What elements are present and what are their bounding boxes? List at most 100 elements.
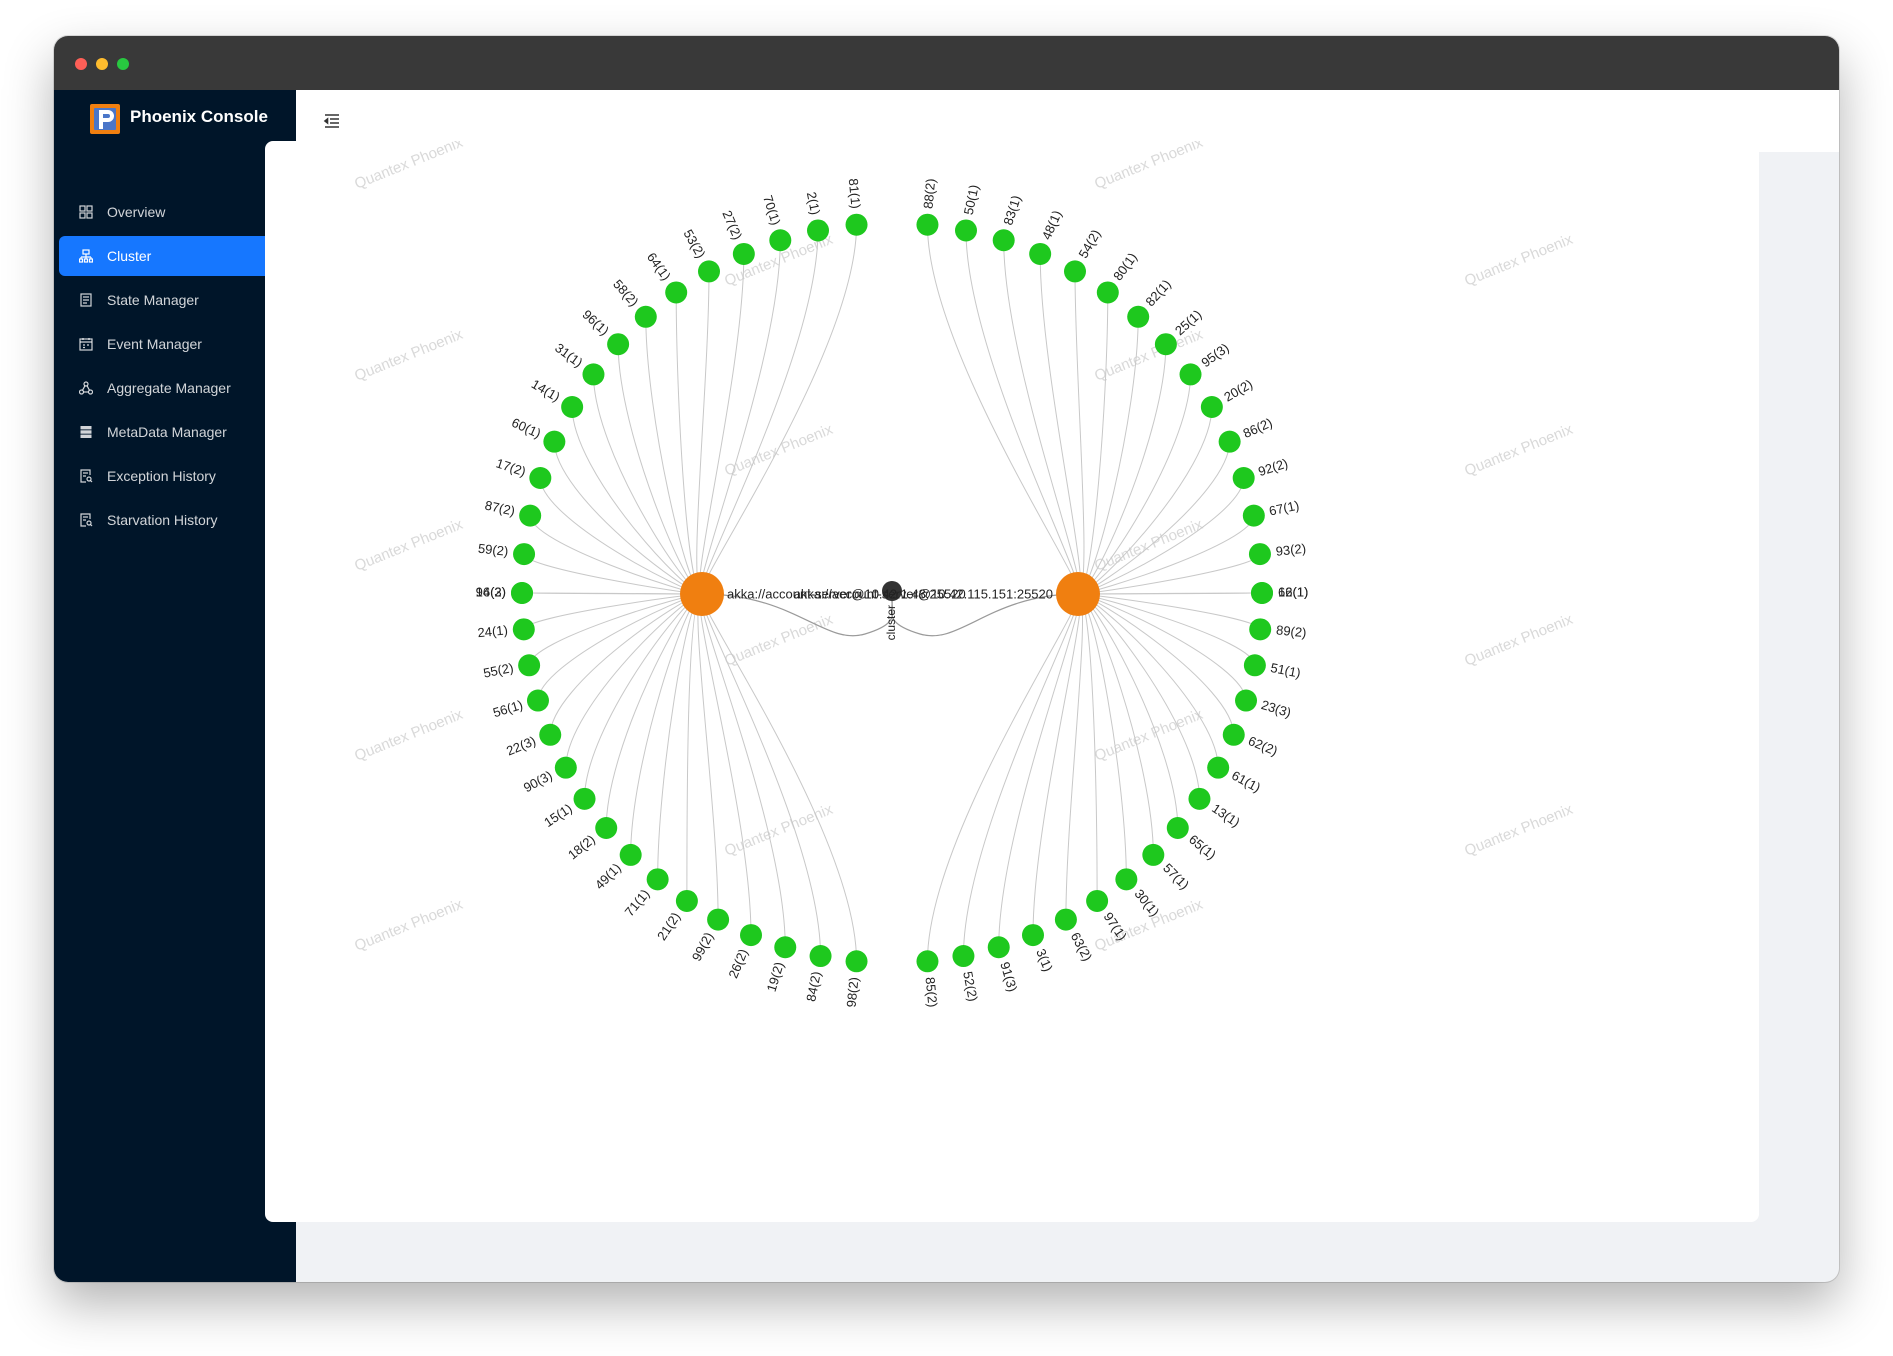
shard-node[interactable] xyxy=(582,363,605,386)
sidebar-item-starvation-history[interactable]: Starvation History xyxy=(59,500,291,540)
maximize-window-button[interactable] xyxy=(117,58,129,70)
cluster-icon xyxy=(79,249,93,263)
shard-label: 52(2) xyxy=(960,970,981,1003)
sidebar-item-overview[interactable]: Overview xyxy=(59,192,291,232)
sidebar-item-event-manager[interactable]: Event Manager xyxy=(59,324,291,364)
graph-edge xyxy=(699,253,745,595)
watermark-text: Quantex Phoenix xyxy=(352,326,466,385)
shard-label: 14(1) xyxy=(529,376,563,404)
shard-node[interactable] xyxy=(554,756,577,779)
shard-node[interactable] xyxy=(1232,467,1255,490)
shard-label: 27(2) xyxy=(719,208,745,242)
member-node[interactable] xyxy=(680,572,724,616)
shard-node[interactable] xyxy=(916,213,939,236)
shard-node[interactable] xyxy=(1222,723,1245,746)
shard-label: 56(1) xyxy=(491,697,524,720)
minimize-window-button[interactable] xyxy=(96,58,108,70)
shard-node[interactable] xyxy=(1054,908,1077,931)
shard-node[interactable] xyxy=(1242,504,1265,527)
shard-node[interactable] xyxy=(518,654,541,677)
shard-node[interactable] xyxy=(1154,333,1177,356)
shard-node[interactable] xyxy=(634,305,657,328)
shard-node[interactable] xyxy=(543,430,566,453)
shard-node[interactable] xyxy=(1188,787,1211,810)
shard-node[interactable] xyxy=(774,936,797,959)
shard-node[interactable] xyxy=(529,467,552,490)
shard-node[interactable] xyxy=(675,889,698,912)
shard-node[interactable] xyxy=(916,950,939,973)
shard-node[interactable] xyxy=(619,843,642,866)
shard-node[interactable] xyxy=(1179,363,1202,386)
shard-node[interactable] xyxy=(1207,756,1230,779)
shard-node[interactable] xyxy=(513,543,536,566)
shard-node[interactable] xyxy=(952,945,975,968)
shard-label: 66(1) xyxy=(1278,584,1308,599)
shard-node[interactable] xyxy=(845,950,868,973)
shard-node[interactable] xyxy=(1115,868,1138,891)
shard-node[interactable] xyxy=(1248,543,1271,566)
shard-node[interactable] xyxy=(512,618,535,641)
sidebar-item-state-manager[interactable]: State Manager xyxy=(59,280,291,320)
shard-node[interactable] xyxy=(519,504,542,527)
shard-node[interactable] xyxy=(511,582,533,604)
shard-node[interactable] xyxy=(809,945,832,968)
shard-node[interactable] xyxy=(698,260,721,283)
shard-node[interactable] xyxy=(707,908,730,931)
shard-label: 59(2) xyxy=(477,541,509,559)
shard-node[interactable] xyxy=(1249,618,1272,641)
shard-node[interactable] xyxy=(992,229,1015,252)
shard-label: 91(3) xyxy=(997,960,1020,993)
close-window-button[interactable] xyxy=(75,58,87,70)
shard-label: 60(1) xyxy=(509,415,543,441)
shard-node[interactable] xyxy=(1029,242,1052,265)
sidebar-item-metadata-manager[interactable]: MetaData Manager xyxy=(59,412,291,452)
shard-node[interactable] xyxy=(1021,924,1044,947)
sidebar-item-label: Aggregate Manager xyxy=(107,380,231,396)
shard-node[interactable] xyxy=(1127,305,1150,328)
sidebar-item-label: MetaData Manager xyxy=(107,424,227,440)
shard-node[interactable] xyxy=(845,213,868,236)
shard-node[interactable] xyxy=(1243,654,1266,677)
shard-node[interactable] xyxy=(1251,582,1273,604)
shard-node[interactable] xyxy=(539,723,562,746)
shard-node[interactable] xyxy=(607,333,630,356)
sidebar-item-cluster[interactable]: Cluster xyxy=(59,236,291,276)
shard-node[interactable] xyxy=(987,936,1010,959)
shard-node[interactable] xyxy=(1142,843,1165,866)
shard-label: 54(2) xyxy=(1075,227,1103,261)
shard-node[interactable] xyxy=(1166,817,1189,840)
sidebar-item-label: Starvation History xyxy=(107,512,218,528)
shard-node[interactable] xyxy=(807,219,830,242)
shard-label: 51(1) xyxy=(1269,660,1302,681)
cluster-graph-card: Quantex Phoenix Quantex Phoenix Quantex Ph… xyxy=(265,141,1759,1222)
sidebar-item-exception-history[interactable]: Exception History xyxy=(59,456,291,496)
shard-node[interactable] xyxy=(561,396,584,419)
shard-label: 18(2) xyxy=(565,832,598,863)
shard-node[interactable] xyxy=(954,219,977,242)
shard-node[interactable] xyxy=(1218,430,1241,453)
shard-node[interactable] xyxy=(595,817,618,840)
shard-node[interactable] xyxy=(1086,889,1109,912)
cluster-graph: Quantex Phoenix Quantex Phoenix Quantex Ph… xyxy=(352,141,1576,1008)
sidebar-item-aggregate-manager[interactable]: Aggregate Manager xyxy=(59,368,291,408)
shard-node[interactable] xyxy=(573,787,596,810)
shard-label: 81(1) xyxy=(846,178,864,210)
app-title: Phoenix Console xyxy=(130,107,268,126)
shard-label: 67(1) xyxy=(1268,498,1301,519)
shard-node[interactable] xyxy=(665,281,688,304)
shard-node[interactable] xyxy=(646,868,669,891)
shard-node[interactable] xyxy=(732,242,755,265)
shard-node[interactable] xyxy=(1063,260,1086,283)
shard-label: 64(1) xyxy=(644,250,674,283)
shard-node[interactable] xyxy=(1200,396,1223,419)
shard-label: 85(2) xyxy=(923,976,941,1008)
shard-node[interactable] xyxy=(740,924,763,947)
shard-node[interactable] xyxy=(769,229,792,252)
member-node[interactable] xyxy=(1056,572,1100,616)
shard-node[interactable] xyxy=(1235,689,1258,712)
graph-edge xyxy=(630,593,703,855)
shard-label: 19(2) xyxy=(764,960,787,993)
shard-node[interactable] xyxy=(526,689,549,712)
menu-fold-icon[interactable] xyxy=(322,111,342,131)
shard-node[interactable] xyxy=(1096,281,1119,304)
